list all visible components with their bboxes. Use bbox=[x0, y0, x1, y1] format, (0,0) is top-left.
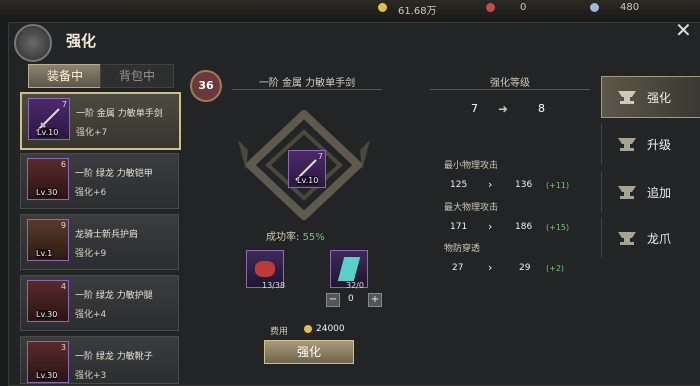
item-level: Lv.30 bbox=[36, 310, 58, 319]
shoulder-icon: Lv.1 9 bbox=[27, 219, 69, 261]
quantity-value: 0 bbox=[348, 294, 354, 304]
armor-icon: Lv.30 6 bbox=[27, 158, 69, 200]
sidebar-item-label: 强化 bbox=[647, 91, 672, 105]
sidebar-item-label: 追加 bbox=[647, 186, 672, 200]
enhance-emblem-icon bbox=[14, 24, 52, 62]
sidebar-item-dragon-claw[interactable]: 龙爪 bbox=[601, 218, 700, 258]
success-label: 成功率: bbox=[266, 232, 300, 243]
item-name: 一阶 绿龙 力敏护腿 bbox=[75, 291, 153, 301]
stat-increase: (+2) bbox=[546, 264, 565, 273]
gold-coin-icon bbox=[304, 325, 312, 333]
success-rate: 成功率: 55% bbox=[266, 228, 325, 243]
enhance-level-header: 强化等级 bbox=[430, 74, 590, 90]
item-name: 龙骑士新兵护肩 bbox=[75, 230, 139, 240]
weapon-name: 一阶 金属 力敏单手剑 bbox=[232, 74, 382, 90]
item-grade: 7 bbox=[61, 100, 67, 109]
stat-label: 最小物理攻击 bbox=[444, 161, 499, 171]
list-item[interactable]: Lv.1 9 龙骑士新兵护肩 强化+9 bbox=[20, 214, 179, 270]
ruby-icon bbox=[486, 3, 495, 12]
gold-coin-icon bbox=[378, 3, 387, 12]
chevron-right-icon: › bbox=[488, 261, 493, 274]
resource-bar: 61.68万 0 480 bbox=[0, 0, 700, 18]
weapon-grade: 7 bbox=[317, 152, 323, 161]
stat-from: 27 bbox=[452, 263, 464, 273]
anvil-icon bbox=[618, 186, 636, 199]
fee-value: 24000 bbox=[316, 324, 345, 334]
item-level: Lv.1 bbox=[36, 249, 53, 258]
anvil-icon bbox=[618, 138, 636, 151]
page-title: 强化 bbox=[66, 32, 97, 50]
sidebar-item-append[interactable]: 追加 bbox=[601, 172, 700, 212]
ruby-amount: 0 bbox=[520, 2, 527, 13]
item-level: Lv.30 bbox=[36, 188, 58, 197]
item-bonus: 强化+7 bbox=[76, 128, 108, 138]
stat-label: 物防穿透 bbox=[444, 244, 481, 254]
stat-label: 最大物理攻击 bbox=[444, 203, 499, 213]
item-grade: 3 bbox=[60, 343, 66, 352]
tab-bag[interactable]: 背包中 bbox=[100, 64, 174, 88]
leggings-icon: Lv.30 4 bbox=[27, 280, 69, 322]
anvil-icon bbox=[618, 232, 636, 245]
item-name: 一阶 绿龙 力敏靴子 bbox=[75, 352, 153, 362]
item-name: 一阶 绿龙 力敏铠甲 bbox=[75, 169, 153, 179]
crystal-shape bbox=[337, 257, 361, 281]
stat-to: 186 bbox=[515, 222, 533, 232]
ruby-shape bbox=[255, 261, 275, 277]
fee-label: 费用 bbox=[270, 327, 289, 337]
level-to: 8 bbox=[538, 102, 545, 115]
crystal-icon bbox=[590, 3, 599, 12]
sidebar-item-upgrade[interactable]: 升级 bbox=[601, 124, 700, 164]
item-bonus: 强化+6 bbox=[75, 188, 107, 198]
success-value: 55% bbox=[302, 232, 325, 243]
decrease-button[interactable]: − bbox=[326, 293, 340, 307]
item-level: Lv.30 bbox=[36, 371, 58, 380]
item-bonus: 强化+9 bbox=[75, 249, 107, 259]
stat-increase: (+15) bbox=[546, 223, 570, 232]
material1-count: 13/38 bbox=[262, 281, 286, 290]
item-grade: 6 bbox=[60, 160, 66, 169]
sword-icon: Lv.10 7 bbox=[28, 98, 70, 140]
weapon-level: Lv.10 bbox=[297, 176, 319, 185]
crystal-amount: 480 bbox=[620, 2, 640, 13]
item-grade: 4 bbox=[60, 282, 66, 291]
list-item[interactable]: Lv.30 6 一阶 绿龙 力敏铠甲 强化+6 bbox=[20, 153, 179, 209]
arrow-right-icon: ➜ bbox=[498, 102, 509, 116]
gold-amount: 61.68万 bbox=[398, 6, 437, 17]
selected-weapon-icon: Lv.10 7 bbox=[288, 150, 326, 188]
rank-badge: 36 bbox=[190, 70, 222, 102]
close-icon[interactable]: ✕ bbox=[675, 18, 692, 42]
stat-increase: (+11) bbox=[546, 181, 570, 190]
stat-to: 29 bbox=[519, 263, 531, 273]
chevron-right-icon: › bbox=[488, 220, 493, 233]
level-from: 7 bbox=[471, 102, 478, 115]
stat-from: 125 bbox=[450, 180, 468, 190]
sidebar-item-label: 龙爪 bbox=[647, 232, 672, 246]
item-name: 一阶 金属 力敏单手剑 bbox=[76, 109, 163, 119]
item-grade: 9 bbox=[60, 221, 66, 230]
increase-button[interactable]: + bbox=[368, 293, 382, 307]
tab-equipped[interactable]: 装备中 bbox=[28, 64, 102, 88]
item-bonus: 强化+3 bbox=[75, 371, 107, 381]
stat-from: 171 bbox=[450, 222, 468, 232]
list-item[interactable]: Lv.30 4 一阶 绿龙 力敏护腿 强化+4 bbox=[20, 275, 179, 331]
anvil-icon bbox=[618, 91, 636, 104]
list-item[interactable]: Lv.10 7 一阶 金属 力敏单手剑 强化+7 bbox=[20, 92, 181, 150]
material2-count: 32/0 bbox=[346, 281, 364, 290]
item-bonus: 强化+4 bbox=[75, 310, 107, 320]
sidebar-item-enhance[interactable]: 强化 bbox=[601, 76, 700, 118]
chevron-right-icon: › bbox=[488, 178, 493, 191]
item-level: Lv.10 bbox=[37, 128, 59, 137]
stat-to: 136 bbox=[515, 180, 533, 190]
list-item[interactable]: Lv.30 3 一阶 绿龙 力敏靴子 强化+3 bbox=[20, 336, 179, 384]
enhance-button[interactable]: 强化 bbox=[264, 340, 354, 364]
boots-icon: Lv.30 3 bbox=[27, 341, 69, 383]
sidebar-item-label: 升级 bbox=[647, 138, 672, 152]
